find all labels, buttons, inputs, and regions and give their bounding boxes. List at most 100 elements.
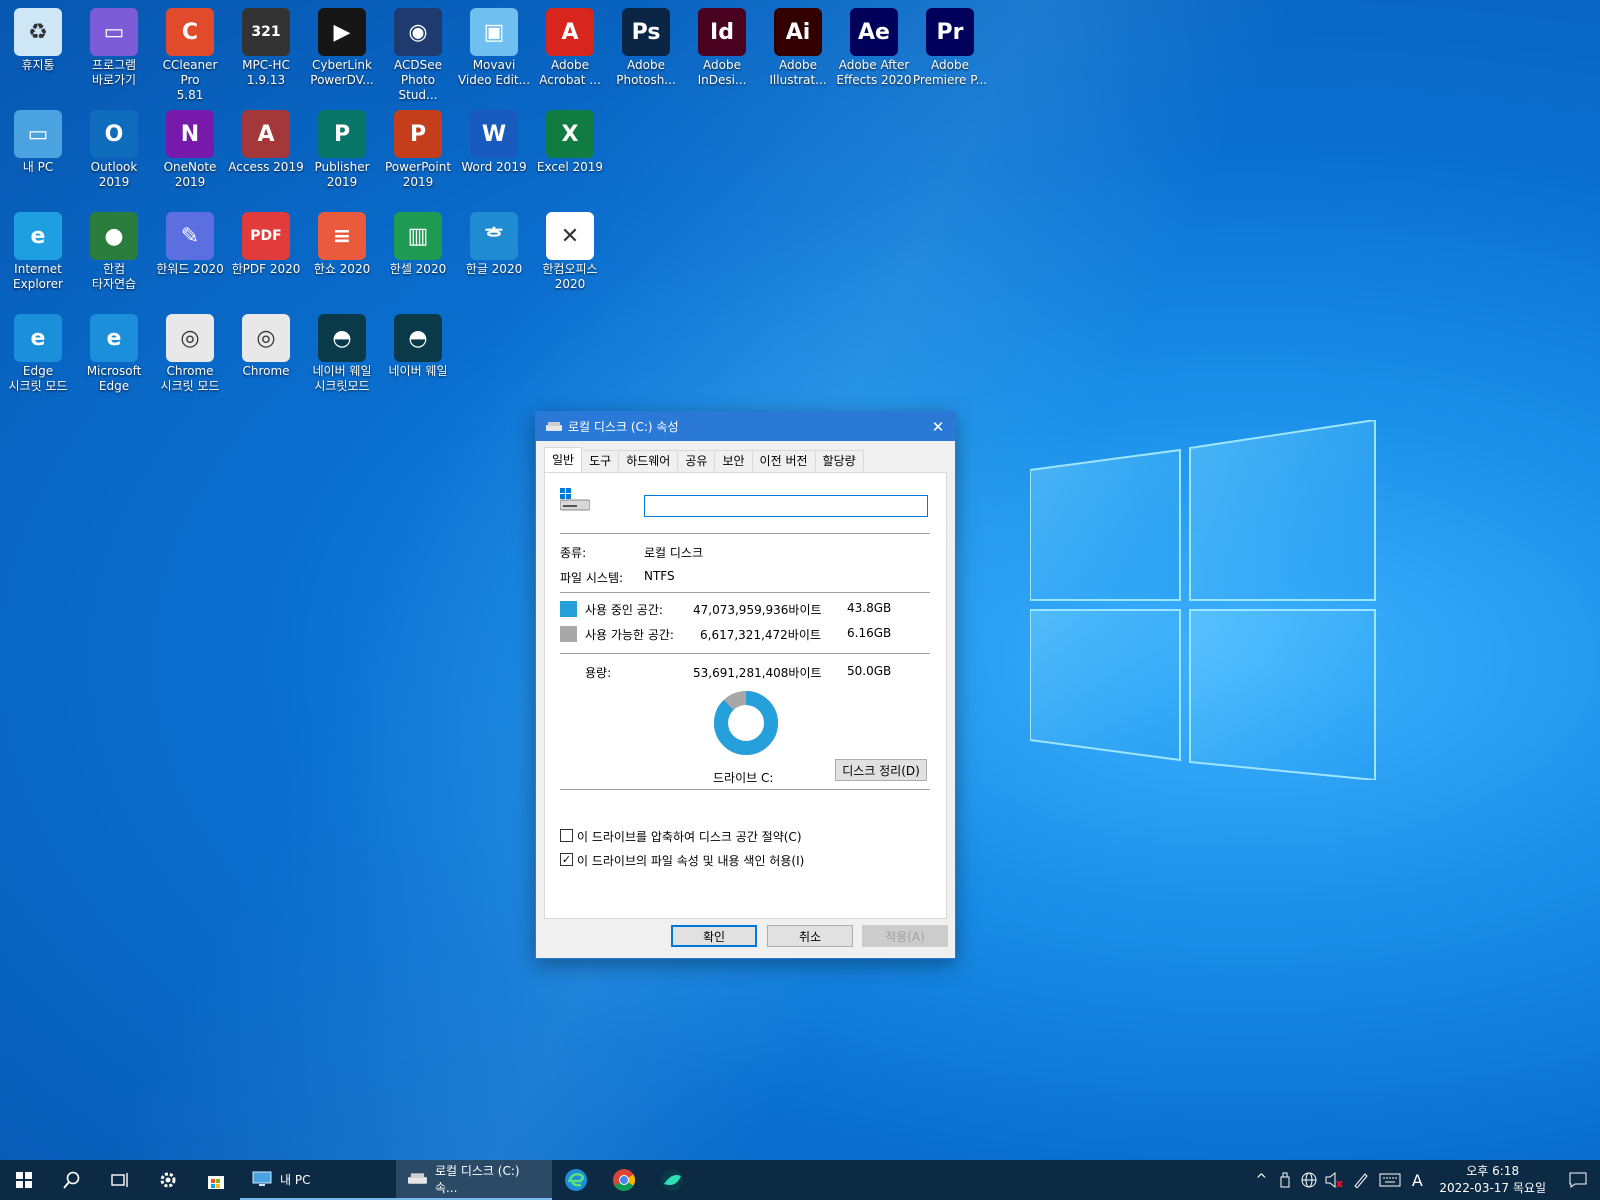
task-view-button[interactable] [96,1160,144,1200]
notification-button[interactable] [1556,1160,1600,1200]
desktop-icon[interactable]: e Edge 시크릿 모드 [0,310,76,406]
separator [560,592,930,593]
search-button[interactable] [48,1160,96,1200]
tab-3[interactable]: 공유 [677,450,716,471]
chrome-icon: ◎ [242,314,290,362]
desktop-icon[interactable]: O Outlook 2019 [76,106,152,202]
whale-icon: ◓ [394,314,442,362]
desktop-icon[interactable]: ◎ Chrome [228,310,304,406]
taskbar-app-mypc[interactable]: 내 PC [240,1160,396,1200]
desktop-icon-label: Chrome [242,364,290,378]
index-checkbox[interactable]: ✓ [560,853,573,866]
apply-button[interactable]: 적용(A) [862,925,948,947]
search-icon [63,1171,80,1189]
desktop-icon[interactable]: ◓ 네이버 웨일 시크릿모드 [304,310,380,406]
illustrator-icon: Ai [774,8,822,56]
tab-1[interactable]: 도구 [581,450,620,471]
desktop-icon-label: OneNote 2019 [163,160,217,189]
desktop-icon[interactable]: ● 한컴 타자연습 [76,208,152,304]
whale-icon: ◓ [318,314,366,362]
drive-name-input[interactable] [644,495,928,517]
desktop-icon-label: PowerPoint 2019 [384,160,452,189]
powerdvd-icon: ▶ [318,8,366,56]
desktop-icon[interactable]: Ps Adobe Photosh... [608,4,684,100]
desktop-icon[interactable]: W Word 2019 [456,106,532,202]
desktop-icon[interactable]: Ai Adobe Illustrat... [760,4,836,100]
desktop-icon[interactable]: e Internet Explorer [0,208,76,304]
hangul-icon: ᄒ [470,212,518,260]
ok-button[interactable]: 확인 [671,925,757,947]
cancel-button[interactable]: 취소 [767,925,853,947]
desktop-icon[interactable]: ◓ 네이버 웨일 [380,310,456,406]
filesystem-label: 파일 시스템: [560,571,624,585]
desktop-icon[interactable]: ▭ 내 PC [0,106,76,202]
desktop-icon-label: Adobe After Effects 2020 [836,58,912,87]
taskbar-whale[interactable] [648,1160,696,1200]
pen-icon[interactable] [1347,1160,1375,1200]
ime-indicator[interactable]: A [1405,1160,1429,1200]
desktop-icon[interactable]: ▣ Movavi Video Edit... [456,4,532,100]
desktop-icon[interactable]: X Excel 2019 [532,106,608,202]
hanword-icon: ✎ [166,212,214,260]
desktop-icon[interactable]: ≡ 한쇼 2020 [304,208,380,304]
compress-label[interactable]: 이 드라이브를 압축하여 디스크 공간 절약(C) [577,828,802,845]
desktop-icon[interactable]: A Adobe Acrobat ... [532,4,608,100]
notification-icon [1569,1172,1587,1188]
index-label[interactable]: 이 드라이브의 파일 속성 및 내용 색인 허용(I) [577,852,804,869]
taskbar: 내 PC 로컬 디스크 (C:) 속... ^ A 오후 6:18 2022-0… [0,1160,1600,1200]
chevron-up-icon[interactable]: ^ [1249,1160,1273,1200]
desktop-icon[interactable]: ✕ 한컴오피스 2020 [532,208,608,304]
desktop-icon[interactable]: ✎ 한워드 2020 [152,208,228,304]
taskbar-app-disk-properties[interactable]: 로컬 디스크 (C:) 속... [396,1160,552,1200]
tab-6[interactable]: 할당량 [814,450,864,471]
volume-muted-icon[interactable] [1321,1160,1347,1200]
word-icon: W [470,110,518,158]
desktop-icon[interactable]: PDF 한PDF 2020 [228,208,304,304]
close-button[interactable]: ✕ [921,412,955,441]
desktop-icon[interactable]: C CCleaner Pro 5.81 [152,4,228,102]
desktop-icon[interactable]: Pr Adobe Premiere P... [912,4,988,100]
desktop-icon[interactable]: ᄒ 한글 2020 [456,208,532,304]
dialog-titlebar[interactable]: 로컬 디스크 (C:) 속성 ✕ [536,412,955,441]
taskbar-app-label: 로컬 디스크 (C:) 속... [434,1164,520,1195]
tab-2[interactable]: 하드웨어 [618,450,679,471]
desktop-icon[interactable]: ◉ ACDSee Photo Stud... [380,4,456,102]
powerpoint-icon: P [394,110,442,158]
store-icon [208,1176,224,1189]
desktop-icon[interactable]: N OneNote 2019 [152,106,228,202]
disk-cleanup-button[interactable]: 디스크 정리(D) [835,759,927,781]
desktop-icon[interactable]: P Publisher 2019 [304,106,380,202]
desktop-icon[interactable]: e Microsoft Edge [76,310,152,406]
tab-5[interactable]: 이전 버전 [751,450,816,471]
desktop-icon[interactable]: ♻ 휴지통 [0,4,76,100]
desktop-icon-label: Edge 시크릿 모드 [8,364,68,393]
desktop-icon[interactable]: Id Adobe InDesi... [684,4,760,100]
desktop-icon[interactable]: ▭ 프로그램 바로가기 [76,4,152,100]
tab-0[interactable]: 일반 [544,447,583,472]
tab-4[interactable]: 보안 [714,450,753,471]
edge-icon [565,1169,587,1191]
desktop-icon[interactable]: A Access 2019 [228,106,304,202]
desktop-icon[interactable]: 321 MPC-HC 1.9.13 [228,4,304,100]
desktop-icon-label: Access 2019 [228,160,304,174]
desktop-icon[interactable]: ◎ Chrome 시크릿 모드 [152,310,228,406]
taskbar-edge[interactable] [552,1160,600,1200]
hanpdf-icon: PDF [242,212,290,260]
task-view-icon [111,1173,128,1187]
usb-icon[interactable] [1273,1160,1297,1200]
desktop-icon[interactable]: P PowerPoint 2019 [380,106,456,202]
desktop-icon[interactable]: Ae Adobe After Effects 2020 [836,4,912,100]
access-icon: A [242,110,290,158]
compress-checkbox[interactable] [560,829,573,842]
store-button[interactable] [192,1160,240,1200]
network-icon[interactable] [1297,1160,1321,1200]
taskbar-chrome[interactable] [600,1160,648,1200]
desktop-icon-label: Adobe Acrobat ... [539,58,601,87]
desktop-icon[interactable]: ▶ CyberLink PowerDV... [304,4,380,100]
clock[interactable]: 오후 6:18 2022-03-17 목요일 [1429,1163,1556,1197]
settings-button[interactable] [144,1160,192,1200]
desktop-icon-label: 한쇼 2020 [313,262,371,276]
start-button[interactable] [0,1160,48,1200]
keyboard-icon[interactable] [1375,1160,1405,1200]
desktop-icon[interactable]: ▥ 한셀 2020 [380,208,456,304]
